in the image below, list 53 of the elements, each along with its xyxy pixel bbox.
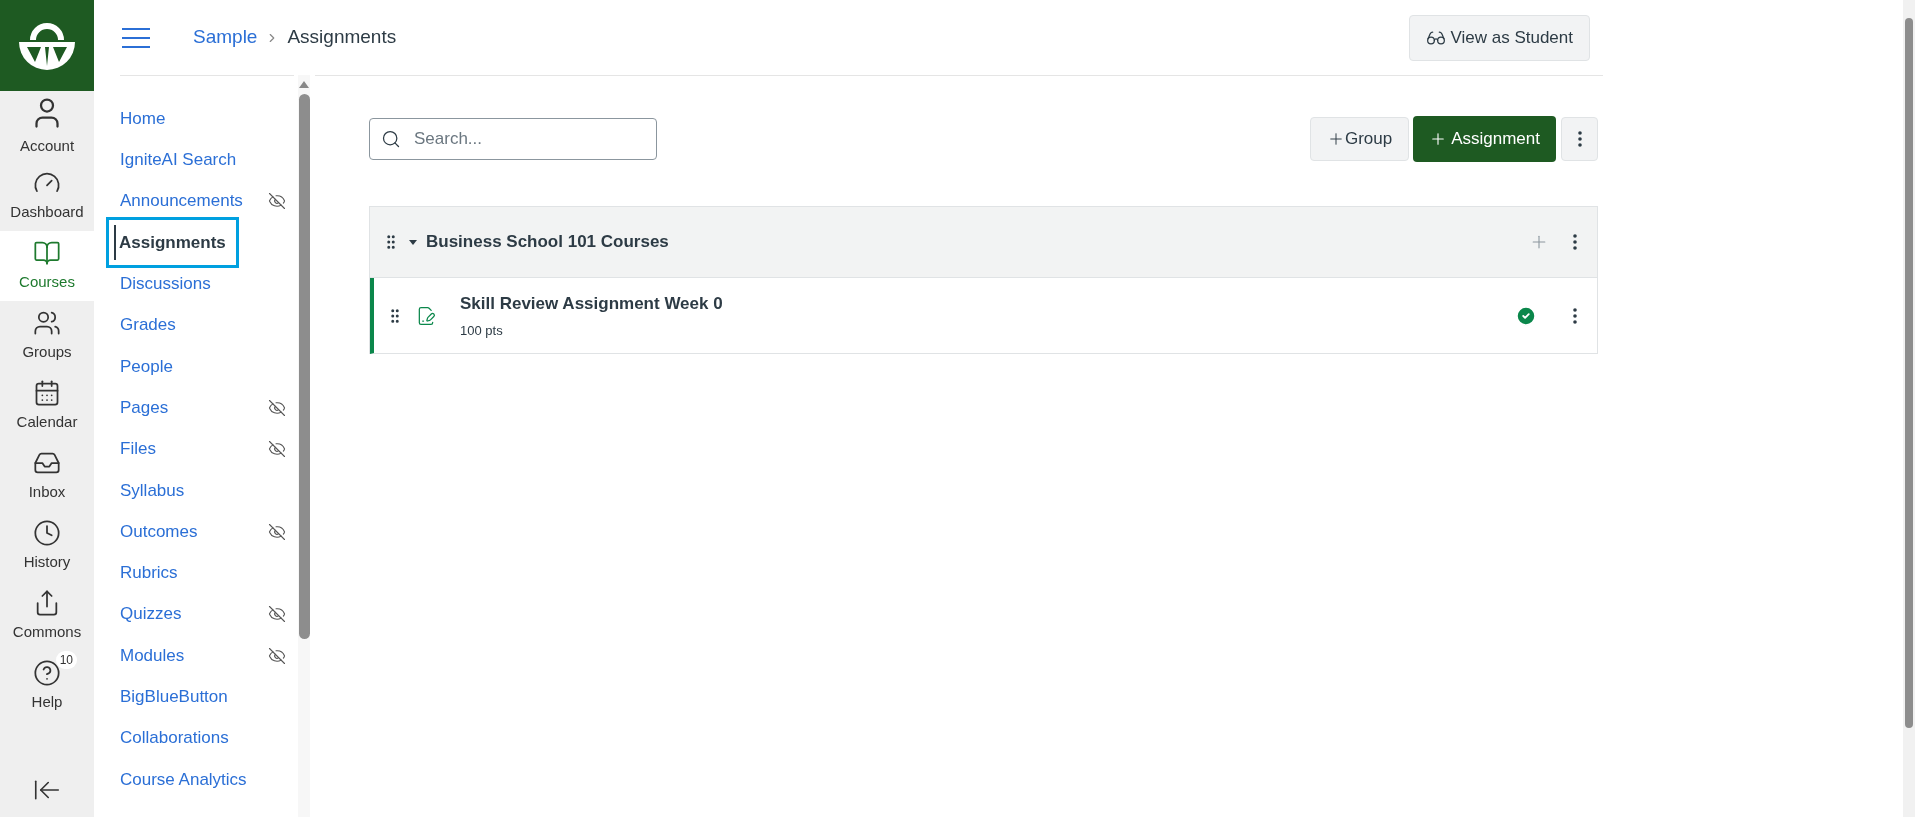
nav-item[interactable]: Account: [0, 91, 94, 161]
scroll-up-arrow-icon[interactable]: [299, 81, 310, 88]
course-nav-link[interactable]: People: [120, 353, 173, 380]
course-nav-link[interactable]: Files: [120, 436, 156, 462]
group-title: Business School 101 Courses: [426, 231, 669, 254]
assignment-points: 100 pts: [460, 321, 504, 340]
nav-item[interactable]: Courses: [0, 231, 94, 301]
scrollbar-thumb[interactable]: [298, 94, 310, 639]
nav-item[interactable]: Calendar: [0, 371, 94, 441]
course-nav-link[interactable]: Announcements: [120, 188, 243, 214]
course-nav-link[interactable]: Outcomes: [120, 518, 198, 545]
course-nav-link[interactable]: IgniteAI Search: [120, 147, 237, 173]
course-nav-link[interactable]: Course Analytics: [120, 766, 247, 793]
course-nav-link[interactable]: BigBlueButton: [120, 684, 228, 710]
course-nav-link[interactable]: Collaborations: [120, 725, 229, 751]
course-nav-link[interactable]: Discussions: [120, 271, 211, 297]
kebab-icon[interactable]: [1573, 307, 1577, 324]
course-nav-link[interactable]: Home: [120, 105, 166, 132]
nav-item[interactable]: History: [0, 511, 94, 581]
course-nav-link[interactable]: Grades: [120, 312, 176, 338]
breadcrumb-current: Assignments: [287, 25, 397, 50]
assignment-row[interactable]: Skill Review Assignment Week 0 100 pts: [370, 278, 1597, 354]
nav-item[interactable]: Dashboard: [0, 161, 94, 231]
menu-icon[interactable]: [122, 27, 150, 48]
course-nav-link[interactable]: Quizzes: [120, 601, 182, 627]
help-icon: [33, 658, 61, 687]
nav-item[interactable]: Groups: [0, 301, 94, 371]
course-nav-link[interactable]: Modules: [120, 642, 185, 669]
caret-icon[interactable]: [408, 237, 418, 247]
add-group-button[interactable]: Group: [1309, 117, 1410, 161]
search-field[interactable]: Search...: [369, 118, 657, 160]
published-icon[interactable]: [1515, 304, 1537, 327]
clock-icon: [33, 518, 61, 547]
nav-item[interactable]: 10 Help: [0, 651, 94, 721]
search-icon: [381, 129, 401, 149]
breadcrumb-link[interactable]: Sample: [193, 23, 258, 52]
view-as-student-button[interactable]: View as Student: [1409, 14, 1590, 61]
course-nav-link[interactable]: Assignments: [106, 216, 239, 269]
notification-badge: 10: [55, 650, 77, 669]
nav-item[interactable]: Inbox: [0, 441, 94, 511]
scrollbar-thumb[interactable]: [1905, 18, 1913, 728]
assignment-icon: [416, 305, 436, 326]
calendar-icon: [33, 378, 61, 407]
more-options-button[interactable]: [1561, 117, 1598, 161]
kebab-icon[interactable]: [1573, 234, 1577, 250]
add-assignment-button[interactable]: Assignment: [1413, 116, 1556, 162]
course-nav-link[interactable]: Rubrics: [120, 560, 178, 586]
assignment-title[interactable]: Skill Review Assignment Week 0: [460, 291, 723, 317]
course-nav-link[interactable]: Syllabus: [120, 477, 185, 504]
logo-tile[interactable]: [0, 0, 94, 91]
nav-item[interactable]: Commons: [0, 581, 94, 651]
kebab-icon: [1577, 131, 1582, 147]
course-nav-link[interactable]: Pages: [120, 394, 169, 421]
